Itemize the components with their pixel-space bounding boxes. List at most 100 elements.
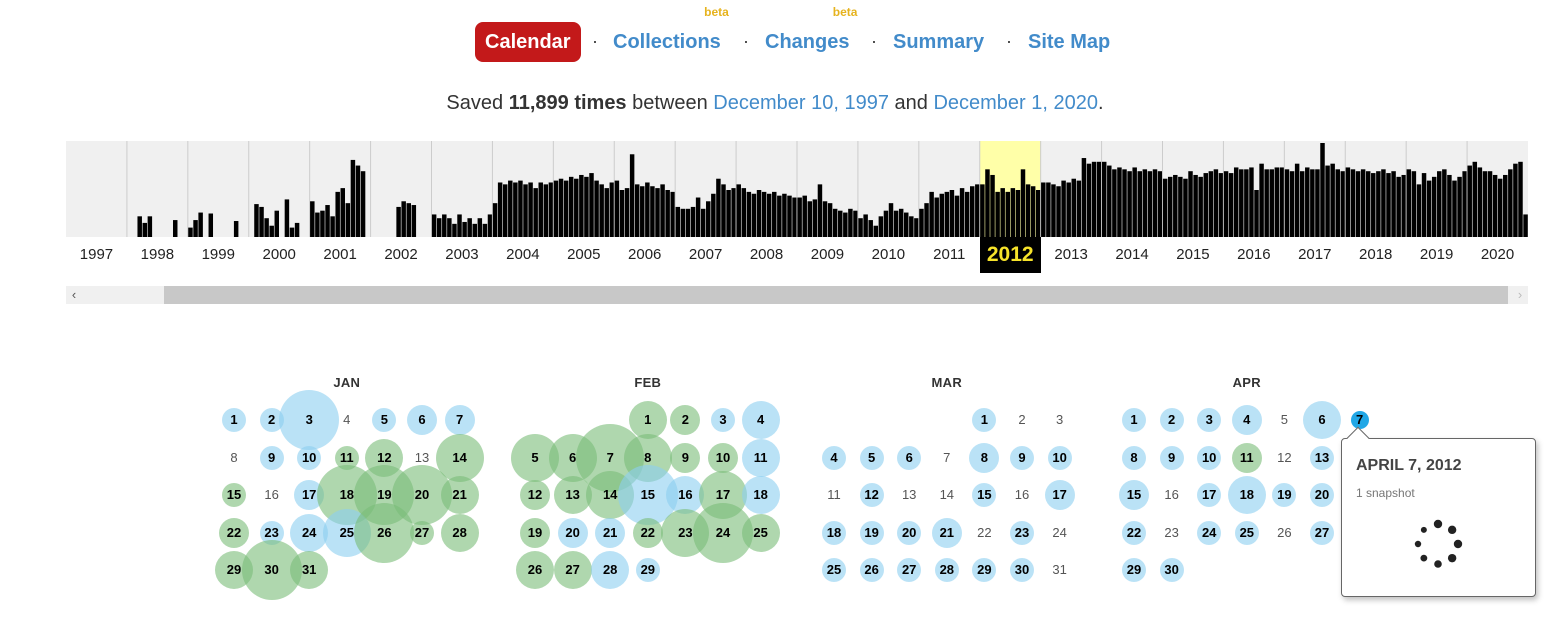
calendar-day-captured[interactable]: 27 — [890, 551, 928, 589]
calendar-day-captured[interactable]: 28 — [591, 551, 629, 589]
calendar-day-captured[interactable]: 24 — [290, 514, 328, 552]
calendar-day-captured[interactable]: 9 — [666, 439, 704, 477]
calendar-day-captured[interactable]: 15 — [215, 476, 253, 514]
calendar-day-captured[interactable]: 20 — [1303, 476, 1341, 514]
tab-summary[interactable]: Summary — [893, 22, 984, 62]
year-label[interactable]: 2004 — [492, 237, 553, 273]
year-label[interactable]: 2003 — [432, 237, 493, 273]
last-capture-link[interactable]: December 1, 2020 — [933, 92, 1098, 114]
year-label[interactable]: 2001 — [310, 237, 371, 273]
calendar-day-captured[interactable]: 1 — [629, 401, 667, 439]
calendar-day-captured[interactable]: 23 — [666, 514, 704, 552]
tab-calendar[interactable]: Calendar — [475, 22, 581, 62]
calendar-day-captured[interactable]: 19 — [365, 476, 403, 514]
calendar-day-captured[interactable]: 27 — [554, 551, 592, 589]
calendar-day-captured[interactable]: 6 — [554, 439, 592, 477]
calendar-day-captured[interactable]: 17 — [290, 476, 328, 514]
calendar-day-captured[interactable]: 13 — [1303, 439, 1341, 477]
calendar-day-captured[interactable]: 3 — [1190, 401, 1228, 439]
calendar-day-captured[interactable]: 16 — [666, 476, 704, 514]
calendar-day-captured[interactable]: 12 — [853, 476, 891, 514]
calendar-day-captured[interactable]: 29 — [629, 551, 667, 589]
calendar-day-captured[interactable]: 18 — [742, 476, 780, 514]
year-label-selected[interactable]: 2012 — [979, 237, 1041, 273]
calendar-day-captured[interactable]: 20 — [403, 476, 441, 514]
timeline-scrollbar[interactable]: ‹ › — [66, 286, 1528, 304]
calendar-day-captured[interactable]: 27 — [403, 514, 441, 552]
scroll-right-arrow[interactable]: › — [1512, 286, 1528, 304]
calendar-day-captured[interactable]: 23 — [1003, 514, 1041, 552]
year-label[interactable]: 2017 — [1284, 237, 1345, 273]
year-label[interactable]: 2014 — [1102, 237, 1163, 273]
calendar-day-captured[interactable]: 1 — [1115, 401, 1153, 439]
calendar-day-captured[interactable]: 15 — [629, 476, 667, 514]
calendar-day-captured[interactable]: 1 — [215, 401, 253, 439]
calendar-day-captured[interactable]: 30 — [253, 551, 291, 589]
calendar-day-captured[interactable]: 18 — [815, 514, 853, 552]
tab-collections[interactable]: Collections beta — [613, 6, 729, 62]
year-label[interactable]: 2020 — [1467, 237, 1528, 273]
calendar-day-captured[interactable]: 14 — [591, 476, 629, 514]
calendar-day-captured[interactable]: 4 — [1228, 401, 1266, 439]
year-label[interactable]: 2011 — [919, 237, 980, 273]
calendar-day-captured[interactable]: 4 — [742, 401, 780, 439]
calendar-day-captured[interactable]: 10 — [704, 439, 742, 477]
calendar-day-captured[interactable]: 1 — [965, 401, 1003, 439]
calendar-day-captured[interactable]: 24 — [1190, 514, 1228, 552]
calendar-day-captured[interactable]: 2 — [1153, 401, 1191, 439]
calendar-day-captured[interactable]: 12 — [365, 439, 403, 477]
calendar-day-captured[interactable]: 20 — [890, 514, 928, 552]
calendar-day-captured[interactable]: 21 — [441, 476, 479, 514]
calendar-day-captured[interactable]: 24 — [704, 514, 742, 552]
calendar-day-captured[interactable]: 11 — [1228, 439, 1266, 477]
calendar-day-captured[interactable]: 25 — [742, 514, 780, 552]
calendar-day-captured[interactable]: 10 — [290, 439, 328, 477]
calendar-day-captured[interactable]: 9 — [1003, 439, 1041, 477]
year-label[interactable]: 2008 — [736, 237, 797, 273]
calendar-day-captured[interactable]: 26 — [516, 551, 554, 589]
calendar-day-captured[interactable]: 21 — [928, 514, 966, 552]
calendar-day-captured[interactable]: 29 — [215, 551, 253, 589]
calendar-day-captured[interactable]: 30 — [1153, 551, 1191, 589]
calendar-day-captured[interactable]: 6 — [890, 439, 928, 477]
calendar-day-captured[interactable]: 29 — [1115, 551, 1153, 589]
year-label[interactable]: 1997 — [66, 237, 127, 273]
calendar-day-captured[interactable]: 21 — [591, 514, 629, 552]
calendar-day-captured[interactable]: 28 — [441, 514, 479, 552]
calendar-day-captured[interactable]: 12 — [516, 476, 554, 514]
calendar-day-captured[interactable]: 4 — [815, 439, 853, 477]
calendar-day-captured[interactable]: 18 — [328, 476, 366, 514]
calendar-day-captured[interactable]: 26 — [365, 514, 403, 552]
tab-changes[interactable]: Changes beta — [765, 6, 857, 62]
calendar-day-captured[interactable]: 2 — [666, 401, 704, 439]
year-label[interactable]: 2015 — [1163, 237, 1224, 273]
calendar-day-captured[interactable]: 19 — [516, 514, 554, 552]
calendar-day-captured[interactable]: 25 — [328, 514, 366, 552]
year-label[interactable]: 2006 — [614, 237, 675, 273]
year-label[interactable]: 2002 — [371, 237, 432, 273]
year-label[interactable]: 2019 — [1406, 237, 1467, 273]
calendar-day-captured[interactable]: 3 — [290, 401, 328, 439]
calendar-day-captured[interactable]: 25 — [1228, 514, 1266, 552]
year-label[interactable]: 2000 — [249, 237, 310, 273]
scroll-left-arrow[interactable]: ‹ — [66, 286, 82, 304]
calendar-day-captured[interactable]: 9 — [1153, 439, 1191, 477]
calendar-day-captured[interactable]: 11 — [328, 439, 366, 477]
calendar-day-captured[interactable]: 28 — [928, 551, 966, 589]
calendar-day-captured[interactable]: 22 — [1115, 514, 1153, 552]
calendar-day-captured[interactable]: 19 — [853, 514, 891, 552]
calendar-day-captured[interactable]: 18 — [1228, 476, 1266, 514]
calendar-day-captured[interactable]: 17 — [704, 476, 742, 514]
calendar-day-captured[interactable]: 29 — [965, 551, 1003, 589]
calendar-day-captured[interactable]: 6 — [403, 401, 441, 439]
calendar-day-captured[interactable]: 6 — [1303, 401, 1341, 439]
calendar-day-captured[interactable]: 25 — [815, 551, 853, 589]
calendar-day-captured[interactable]: 11 — [742, 439, 780, 477]
calendar-day-captured[interactable]: 17 — [1041, 476, 1079, 514]
calendar-day-captured[interactable]: 27 — [1303, 514, 1341, 552]
calendar-day-captured[interactable]: 15 — [965, 476, 1003, 514]
calendar-day-captured[interactable]: 7 — [591, 439, 629, 477]
calendar-day-captured[interactable]: 5 — [853, 439, 891, 477]
calendar-day-captured[interactable]: 9 — [253, 439, 291, 477]
calendar-day-captured[interactable]: 19 — [1265, 476, 1303, 514]
